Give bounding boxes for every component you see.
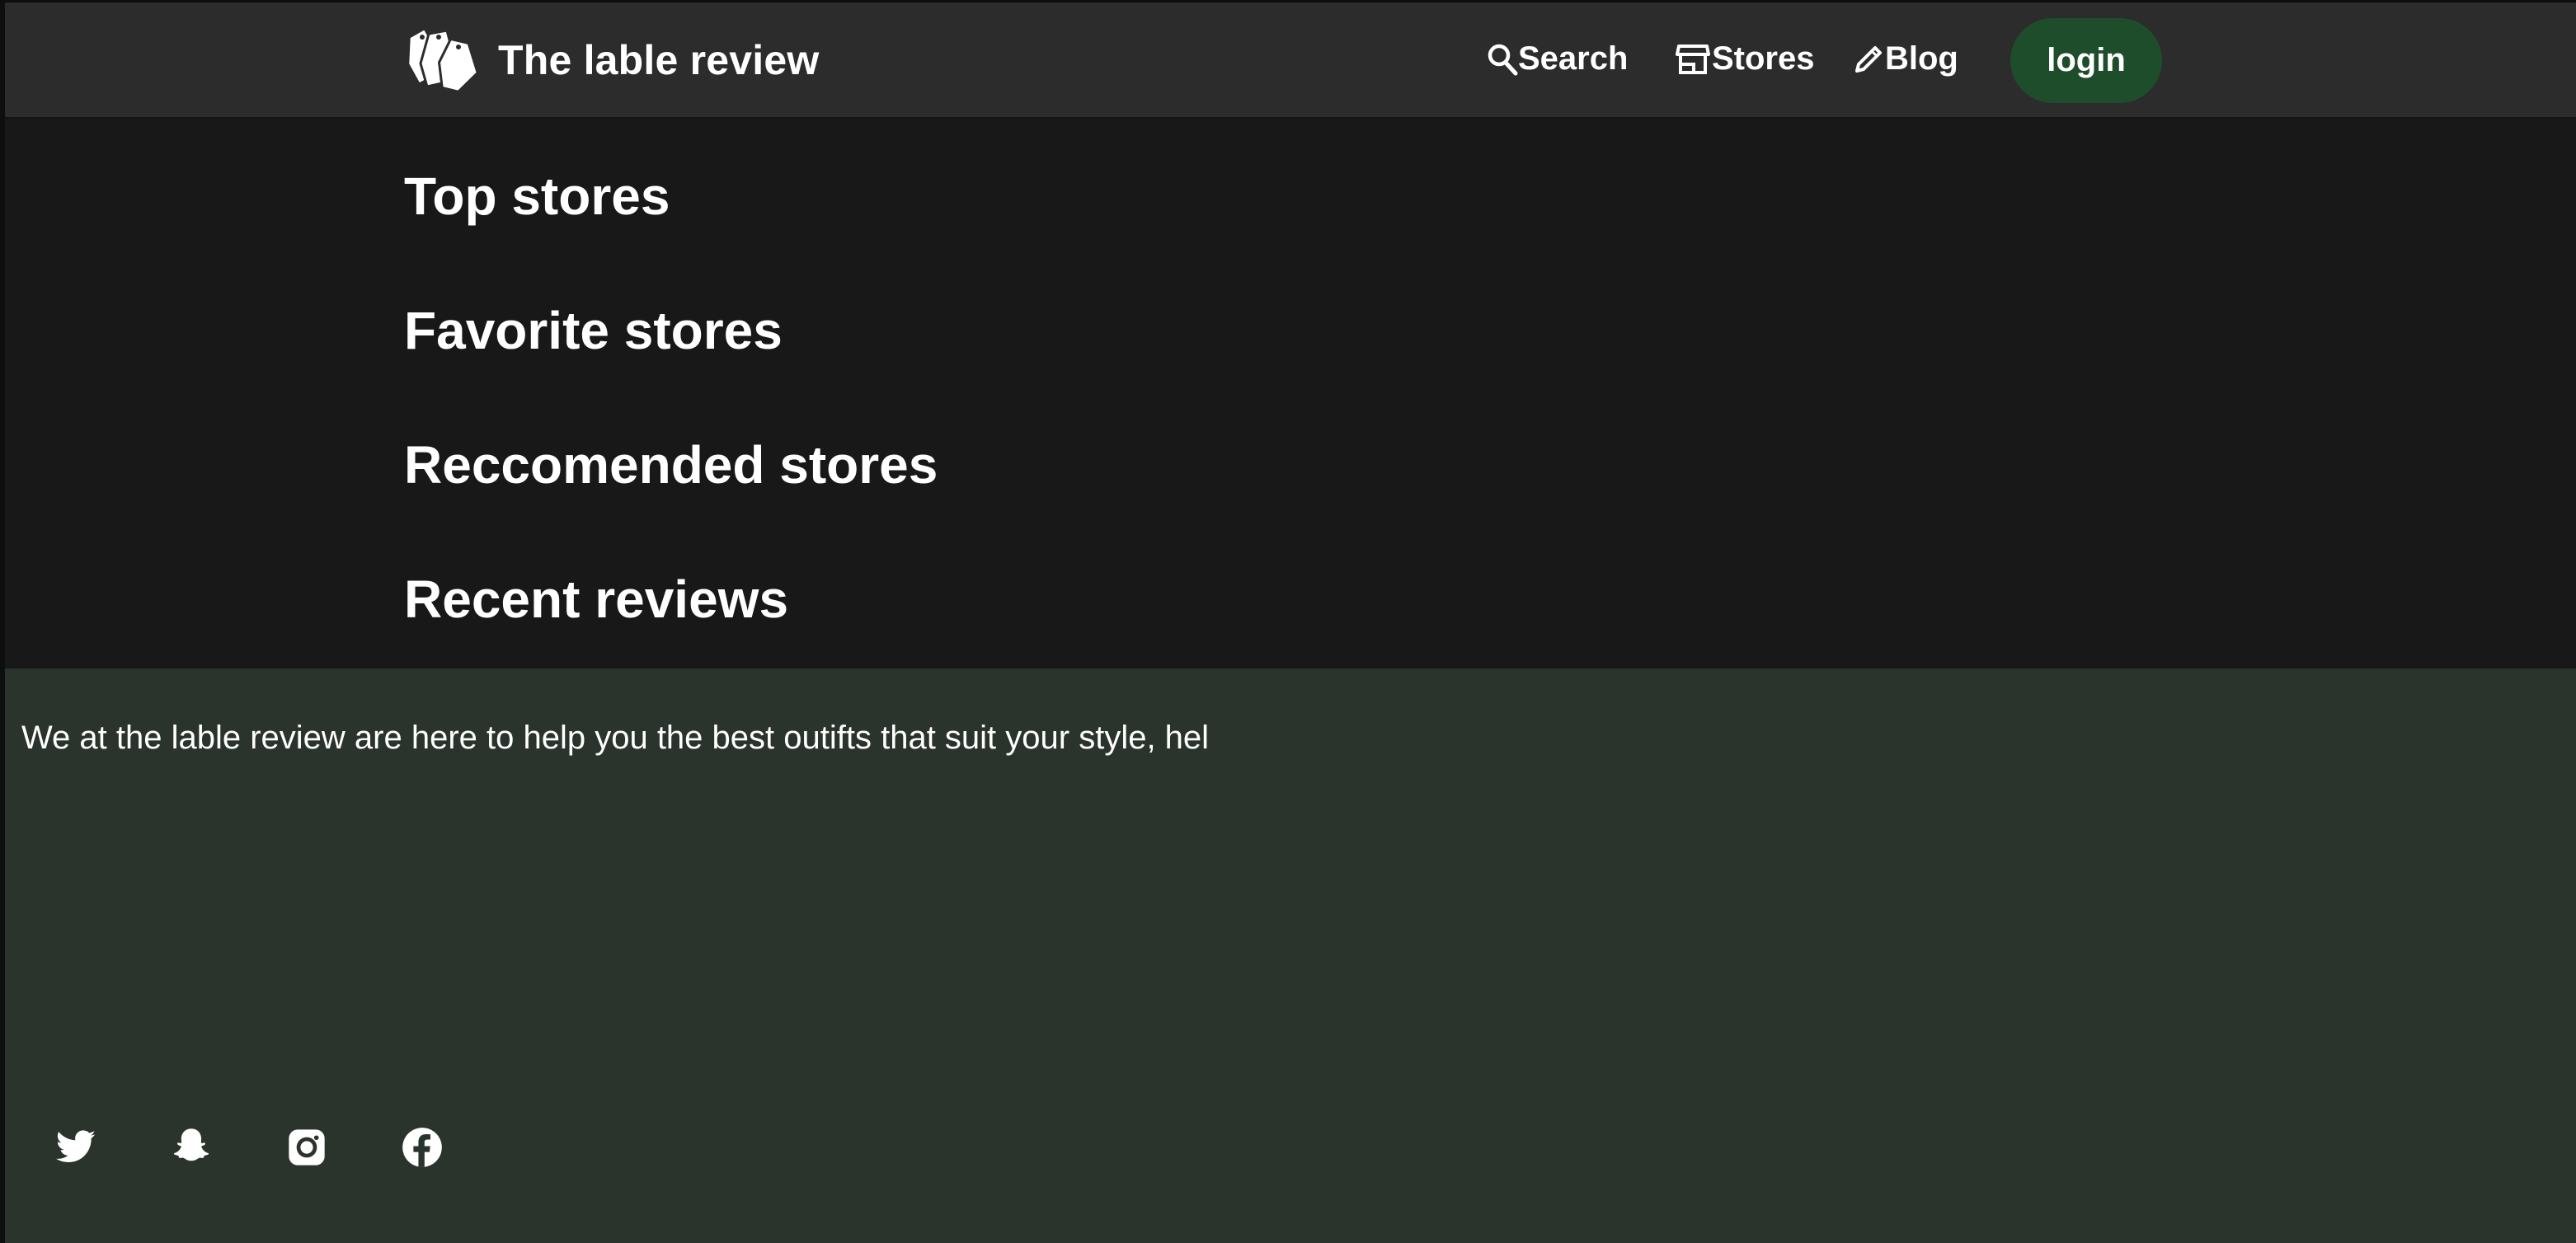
footer: We at the lable review are here to help … <box>5 668 2576 1243</box>
instagram-icon[interactable] <box>285 1126 328 1169</box>
nav-search-link[interactable]: Search <box>1487 40 1628 77</box>
page: The lable review Search Stores Blog logi… <box>0 0 2576 1243</box>
nav-stores-link[interactable]: Stores <box>1676 40 1815 77</box>
footer-about-text: We at the lable review are here to help … <box>21 720 1210 756</box>
nav-blog-label: Blog <box>1885 40 1958 77</box>
pencil-icon <box>1855 45 1882 73</box>
login-button[interactable]: login <box>2010 18 2162 103</box>
snapchat-icon[interactable] <box>170 1126 213 1169</box>
recommended-stores-heading: Reccomended stores <box>404 435 938 495</box>
nav-search-label: Search <box>1518 40 1629 77</box>
nav-blog-link[interactable]: Blog <box>1852 40 1958 77</box>
recent-reviews-heading: Recent reviews <box>404 570 789 629</box>
favorite-stores-heading: Favorite stores <box>404 301 783 360</box>
storefront-icon <box>1676 44 1710 74</box>
brand-link[interactable]: The lable review <box>404 26 819 95</box>
top-navbar: The lable review Search Stores Blog logi… <box>5 2 2576 119</box>
facebook-icon[interactable] <box>401 1126 444 1169</box>
nav-stores-label: Stores <box>1712 40 1815 77</box>
brand-title: The lable review <box>498 37 820 83</box>
twitter-icon[interactable] <box>54 1126 97 1169</box>
top-stores-heading: Top stores <box>404 167 670 226</box>
search-icon <box>1488 44 1518 75</box>
price-tags-icon <box>407 26 479 93</box>
